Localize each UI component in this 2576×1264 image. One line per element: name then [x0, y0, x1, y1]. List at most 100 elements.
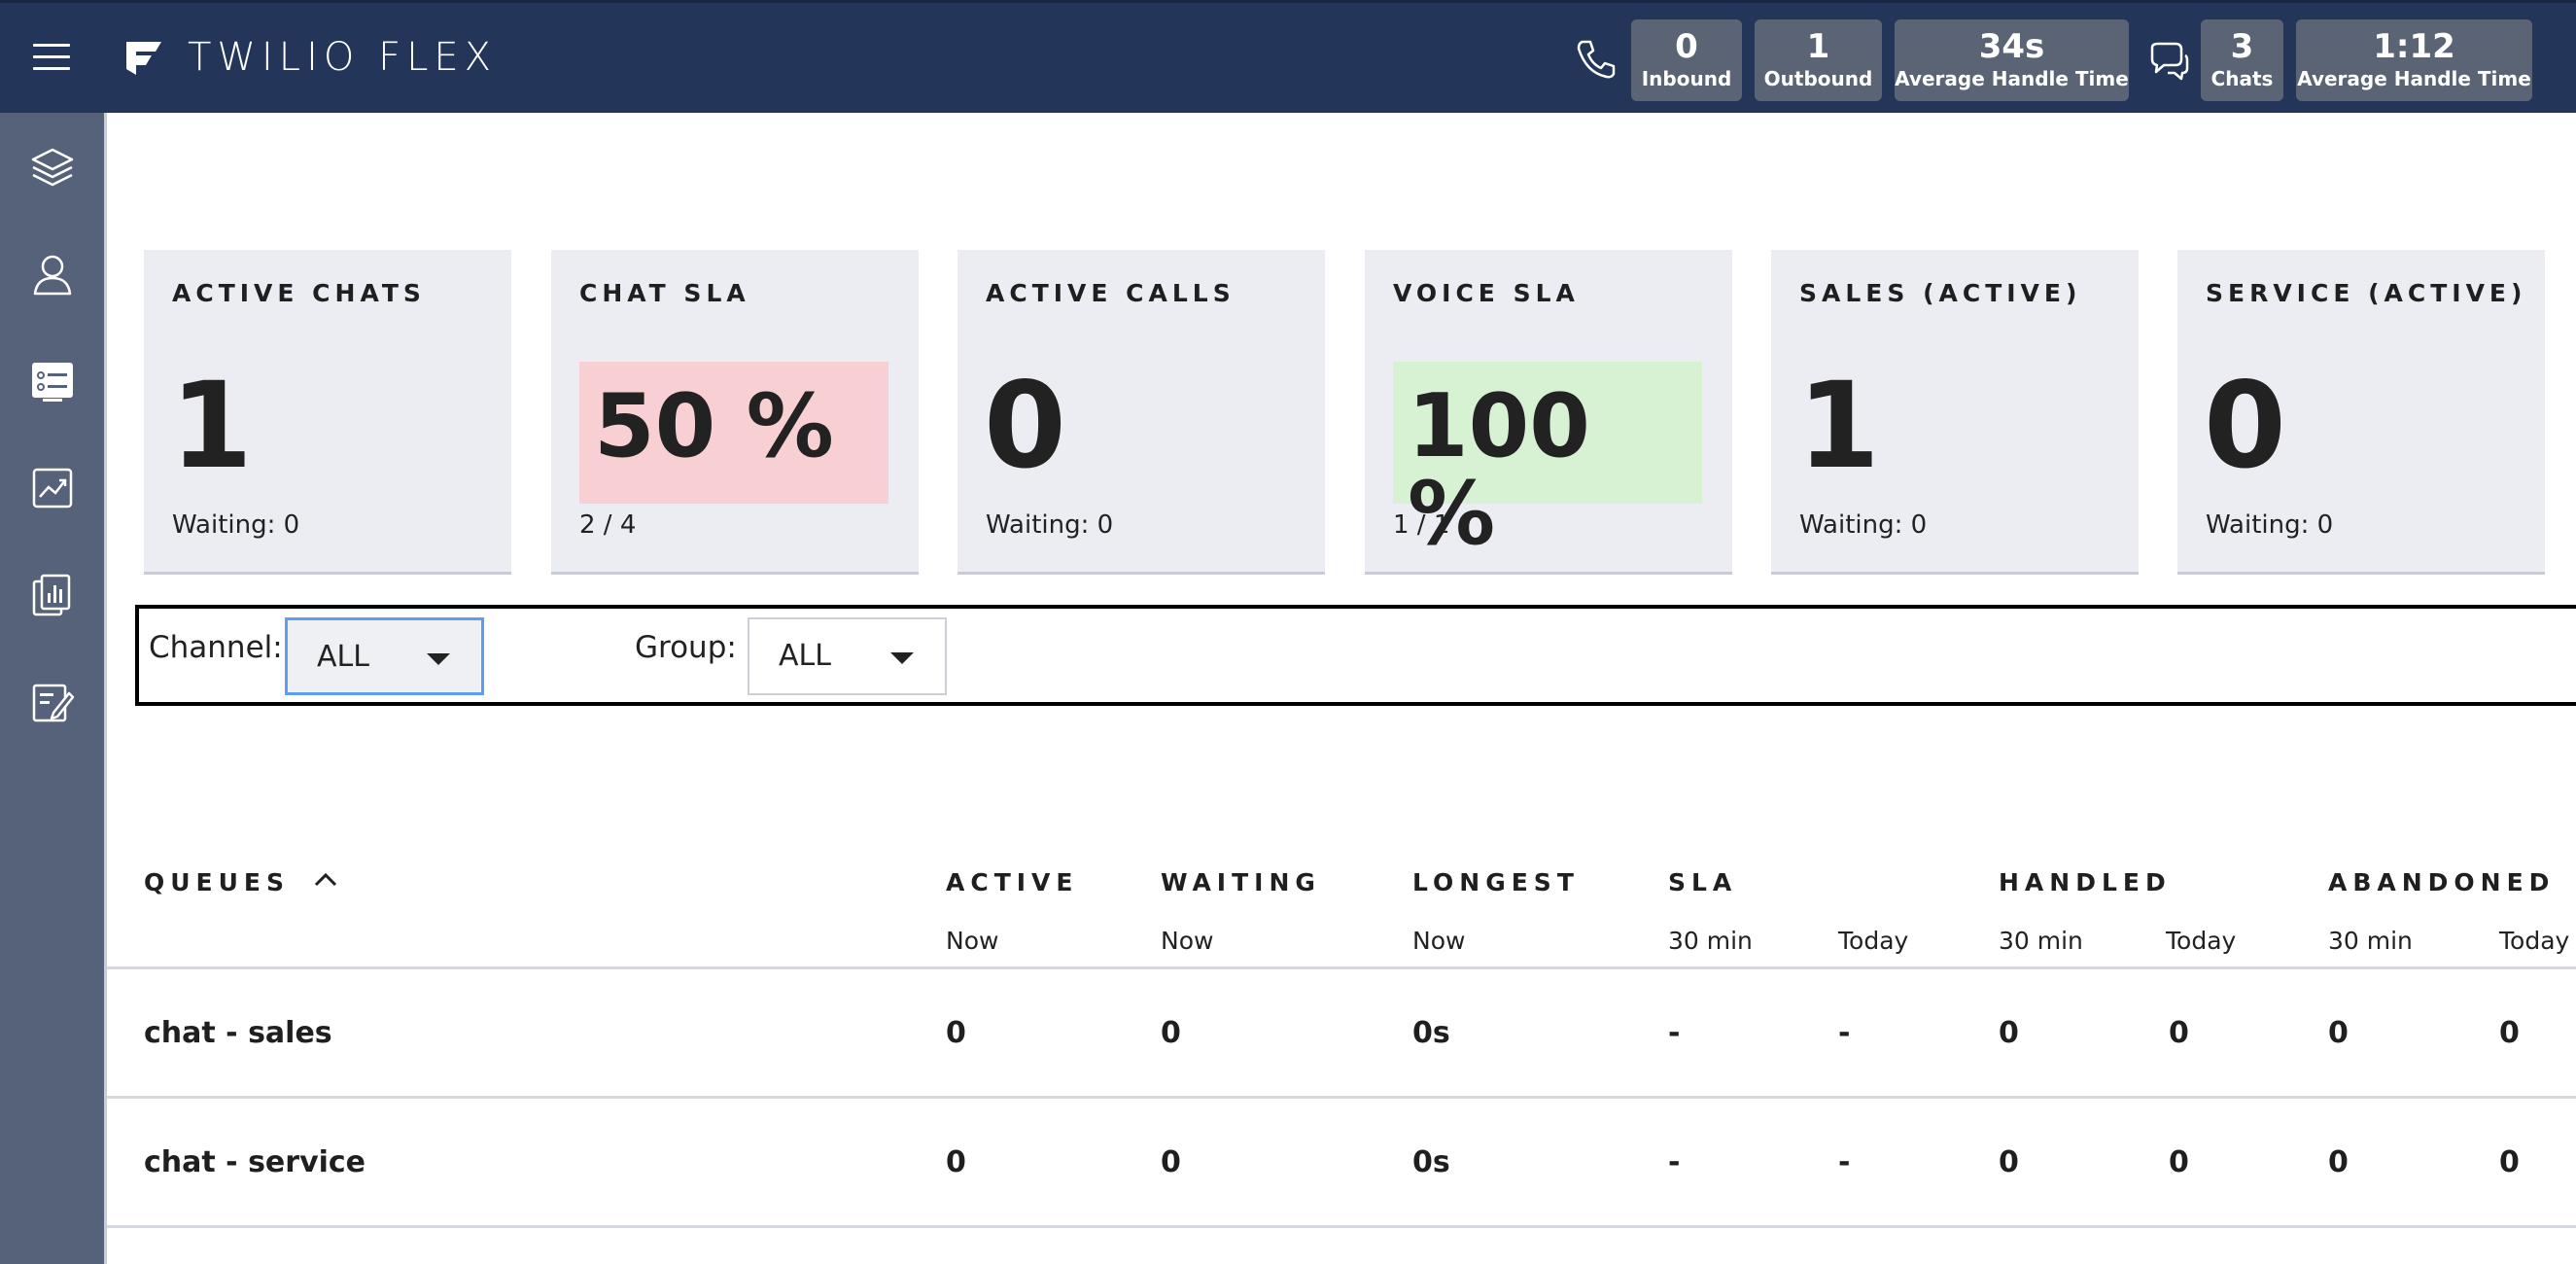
chat-aht-stat: 1:12 Average Handle Time — [2296, 19, 2532, 101]
inbound-label: Inbound — [1641, 67, 1732, 90]
channel-select[interactable]: ALL — [285, 617, 484, 695]
active-now-subheader: Now — [946, 927, 999, 955]
sla-30min-subheader: 30 min — [1668, 927, 1753, 955]
table-cell: 0 — [1161, 1016, 1181, 1050]
sidebar-item-layers[interactable] — [25, 140, 80, 194]
chat-sla-card: CHAT SLA 50 % 2 / 4 — [551, 250, 919, 575]
table-cell: 0 — [946, 1145, 966, 1179]
group-label: Group: — [635, 630, 737, 665]
chats-stat: 3 Chats — [2201, 19, 2283, 101]
table-divider — [107, 1225, 2576, 1228]
inbound-stat: 0 Inbound — [1631, 19, 1742, 101]
card-value: 1 — [1797, 357, 1880, 495]
sidebar-item-analytics[interactable] — [25, 461, 80, 515]
card-subtext: 2 / 4 — [579, 510, 637, 540]
sidebar-item-reports[interactable] — [25, 568, 80, 622]
sort-ascending-icon — [314, 872, 336, 887]
sla-highlight-box: 100 % — [1393, 362, 1702, 558]
table-cell: - — [1838, 1145, 1851, 1179]
longest-now-subheader: Now — [1412, 927, 1466, 955]
chevron-down-icon — [890, 652, 914, 664]
abandoned-column-header[interactable]: ABANDONED — [2328, 868, 2555, 896]
table-cell: 0 — [2328, 1016, 2349, 1050]
table-cell: 0 — [2328, 1145, 2349, 1179]
filter-bar: Channel: ALL Group: ALL — [135, 605, 2576, 706]
card-value: 50 % — [594, 375, 834, 477]
sla-column-header[interactable]: SLA — [1668, 868, 1737, 896]
top-bar: TWILIO FLEX 0 Inbound 1 Outbound 34s Ave… — [0, 0, 2576, 113]
card-value: 100 % — [1408, 375, 1590, 565]
card-value: 0 — [2204, 357, 2286, 495]
voice-aht-label: Average Handle Time — [1895, 67, 2129, 90]
table-cell: 0 — [946, 1016, 966, 1050]
quality-icon — [32, 684, 75, 722]
active-calls-card: ACTIVE CALLS 0 Waiting: 0 — [957, 250, 1325, 575]
chat-aht-value: 1:12 — [2373, 27, 2455, 66]
table-cell: 0 — [1999, 1145, 2019, 1179]
queues-stats-icon — [32, 363, 73, 402]
chat-icon — [2150, 42, 2189, 81]
phone-icon — [1577, 40, 1616, 79]
card-title: CHAT SLA — [579, 279, 750, 307]
queue-name-chat-sales[interactable]: chat - sales — [144, 1016, 332, 1050]
card-subtext: 1 / 1 — [1393, 510, 1450, 540]
group-select-value: ALL — [779, 639, 831, 673]
chats-label: Chats — [2210, 67, 2274, 90]
table-cell: 0 — [1161, 1145, 1181, 1179]
outbound-label: Outbound — [1763, 67, 1873, 90]
sla-today-subheader: Today — [1838, 927, 1909, 955]
card-value: 1 — [170, 357, 253, 495]
analytics-icon — [32, 468, 73, 509]
sidebar-item-queues-stats[interactable] — [25, 354, 80, 408]
brand-name: TWILIO FLEX — [188, 35, 498, 80]
active-chats-card: ACTIVE CHATS 1 Waiting: 0 — [144, 250, 511, 575]
table-cell: - — [1668, 1016, 1681, 1050]
inbound-count: 0 — [1675, 27, 1698, 66]
active-column-header[interactable]: ACTIVE — [946, 868, 1078, 896]
outbound-count: 1 — [1806, 27, 1830, 66]
table-cell: 0s — [1412, 1145, 1450, 1179]
channel-label: Channel: — [149, 630, 283, 665]
card-subtext: Waiting: 0 — [986, 510, 1114, 540]
table-cell: - — [1838, 1016, 1851, 1050]
chat-aht-label: Average Handle Time — [2297, 67, 2531, 90]
sla-highlight-box: 50 % — [579, 362, 888, 504]
table-cell: 0 — [2169, 1016, 2189, 1050]
handled-column-header[interactable]: HANDLED — [1999, 868, 2172, 896]
menu-icon[interactable] — [33, 44, 70, 71]
table-cell: 0 — [2169, 1145, 2189, 1179]
sidebar-item-agents[interactable] — [25, 247, 80, 301]
layers-icon — [31, 148, 74, 187]
card-title: SERVICE (ACTIVE) — [2206, 279, 2527, 307]
table-divider — [107, 966, 2576, 969]
table-cell: 0 — [2499, 1016, 2520, 1050]
chevron-down-icon — [427, 653, 450, 665]
card-title: ACTIVE CHATS — [172, 279, 426, 307]
twilio-flex-logo — [126, 42, 161, 75]
handled-30min-subheader: 30 min — [1999, 927, 2083, 955]
handled-today-subheader: Today — [2166, 927, 2237, 955]
agents-icon — [33, 255, 72, 296]
queue-name-chat-service[interactable]: chat - service — [144, 1145, 366, 1179]
sidebar — [0, 113, 107, 1264]
table-divider — [107, 1096, 2576, 1099]
card-title: VOICE SLA — [1393, 279, 1580, 307]
longest-column-header[interactable]: LONGEST — [1412, 868, 1580, 896]
card-value: 0 — [984, 357, 1066, 495]
waiting-column-header[interactable]: WAITING — [1161, 868, 1321, 896]
card-title: ACTIVE CALLS — [986, 279, 1236, 307]
card-subtext: Waiting: 0 — [2206, 510, 2334, 540]
channel-select-value: ALL — [317, 640, 369, 674]
table-cell: 0 — [2499, 1145, 2520, 1179]
sidebar-item-quality[interactable] — [25, 675, 80, 729]
reports-icon — [32, 574, 71, 616]
abandoned-today-subheader: Today — [2499, 927, 2570, 955]
queues-column-header[interactable]: QUEUES — [144, 868, 339, 896]
group-select[interactable]: ALL — [748, 617, 947, 695]
card-title: SALES (ACTIVE) — [1799, 279, 2082, 307]
waiting-now-subheader: Now — [1161, 927, 1214, 955]
outbound-stat: 1 Outbound — [1755, 19, 1882, 101]
table-cell: 0s — [1412, 1016, 1450, 1050]
voice-aht-value: 34s — [1978, 27, 2045, 66]
voice-sla-card: VOICE SLA 100 % 1 / 1 — [1365, 250, 1732, 575]
